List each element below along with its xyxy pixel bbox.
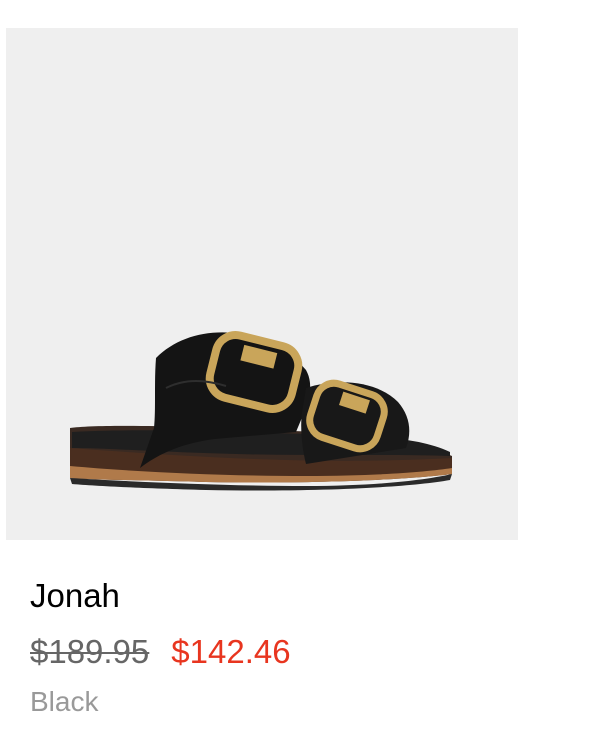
product-name[interactable]: Jonah (30, 576, 120, 616)
sandal-illustration (70, 331, 452, 491)
product-prices: $189.95 $142.46 (30, 630, 291, 674)
original-price: $189.95 (30, 633, 150, 670)
sale-price: $142.46 (171, 633, 291, 670)
product-image[interactable] (6, 28, 518, 540)
product-color: Black (30, 686, 99, 717)
product-card[interactable]: Jonah $189.95 $142.46 Black (0, 0, 600, 738)
